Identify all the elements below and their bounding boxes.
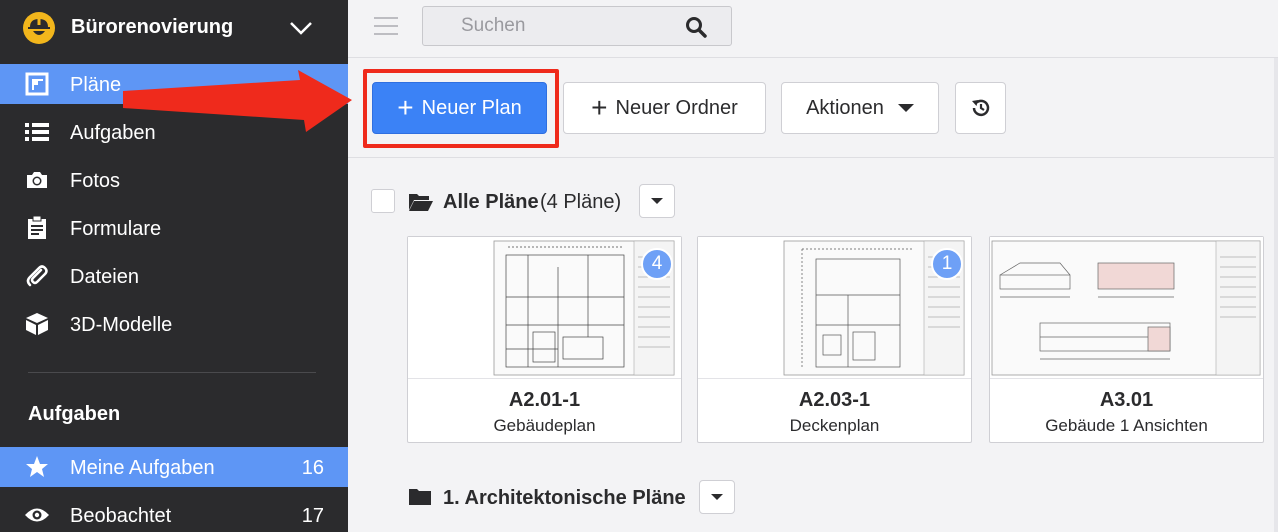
subfolder-title: 1. Architektonische Pläne: [443, 487, 686, 509]
caret-down-icon: [651, 198, 663, 204]
search-box: [422, 6, 732, 46]
plans-icon: [24, 72, 50, 96]
project-name: Bürorenovierung: [71, 16, 234, 38]
history-button[interactable]: [955, 82, 1006, 134]
sidebar-item-label: Dateien: [70, 266, 139, 288]
folder-open-icon: [409, 194, 433, 211]
folder-options-dropdown[interactable]: [639, 184, 675, 218]
sidebar-item-3d-models[interactable]: 3D-Modelle: [0, 304, 348, 344]
sidebar-item-watched[interactable]: Beobachtet 17: [0, 495, 348, 532]
sidebar-item-label: Beobachtet: [70, 505, 172, 527]
clipboard-icon: [24, 216, 50, 240]
caret-down-icon: [897, 104, 914, 112]
new-folder-button[interactable]: + Neuer Ordner: [563, 82, 766, 134]
caret-down-icon: [711, 494, 723, 500]
plan-code: A3.01: [1099, 389, 1154, 411]
callout-arrow: [123, 70, 352, 132]
plan-name: Deckenplan: [789, 416, 880, 435]
camera-icon: [24, 168, 50, 192]
cube-icon: [24, 312, 50, 336]
search-input[interactable]: [423, 7, 683, 45]
sidebar-item-label: Fotos: [70, 170, 121, 192]
hamburger-menu-icon[interactable]: [374, 17, 398, 37]
plan-code: A2.03-1: [798, 389, 871, 411]
new-folder-label: Neuer Ordner: [615, 96, 738, 119]
sidebar-item-label: Meine Aufgaben: [70, 457, 215, 479]
plan-name: Gebäudeplan: [493, 416, 596, 435]
plan-thumbnail: [990, 237, 1263, 379]
plus-icon: +: [591, 92, 608, 123]
plan-card[interactable]: 1 A2.03-1 Deckenplan: [697, 236, 972, 443]
plan-thumbnail: 4: [408, 237, 681, 379]
folder-title: Alle Pläne: [443, 191, 539, 213]
top-bar: [348, 0, 1278, 58]
sidebar-divider: [28, 372, 316, 373]
plan-card[interactable]: 4 A2.01-1 Gebäudeplan: [407, 236, 682, 443]
markup-count-badge: 1: [931, 248, 963, 280]
plan-name: Gebäude 1 Ansichten: [1045, 416, 1208, 435]
select-all-checkbox[interactable]: [371, 189, 395, 213]
search-icon[interactable]: [685, 16, 707, 38]
actions-dropdown-button[interactable]: Aktionen: [781, 82, 939, 134]
plan-thumbnail: 1: [698, 237, 971, 379]
sidebar-item-my-tasks[interactable]: Meine Aufgaben 16: [0, 447, 348, 487]
sidebar-item-label: Formulare: [70, 218, 162, 240]
highlight-box: [363, 69, 559, 148]
folder-count: (4 Pläne): [540, 191, 622, 213]
sidebar-item-files[interactable]: Dateien: [0, 256, 348, 296]
sidebar-item-photos[interactable]: Fotos: [0, 160, 348, 200]
plan-card[interactable]: A3.01 Gebäude 1 Ansichten: [989, 236, 1264, 443]
history-icon: [971, 99, 989, 117]
folder-icon: [409, 489, 431, 505]
task-count: 16: [301, 457, 324, 479]
project-switcher[interactable]: Bürorenovierung: [0, 0, 348, 56]
actions-label: Aktionen: [806, 96, 884, 119]
star-icon: [24, 455, 50, 479]
sidebar-item-label: 3D-Modelle: [70, 314, 173, 336]
sidebar-item-forms[interactable]: Formulare: [0, 208, 348, 248]
subfolder-options-dropdown[interactable]: [699, 480, 735, 514]
sidebar-item-label: Pläne: [70, 74, 122, 96]
list-icon: [24, 120, 50, 144]
plan-code: A2.01-1: [508, 389, 581, 411]
hardhat-worker-icon: [23, 12, 55, 44]
eye-icon: [24, 503, 50, 527]
task-count: 17: [301, 505, 324, 527]
markup-count-badge: 4: [641, 248, 673, 280]
scrollbar-track[interactable]: [1274, 58, 1278, 532]
chevron-down-icon[interactable]: [288, 18, 314, 38]
paperclip-icon: [24, 264, 50, 288]
tasks-section-heading: Aufgaben: [28, 403, 121, 425]
